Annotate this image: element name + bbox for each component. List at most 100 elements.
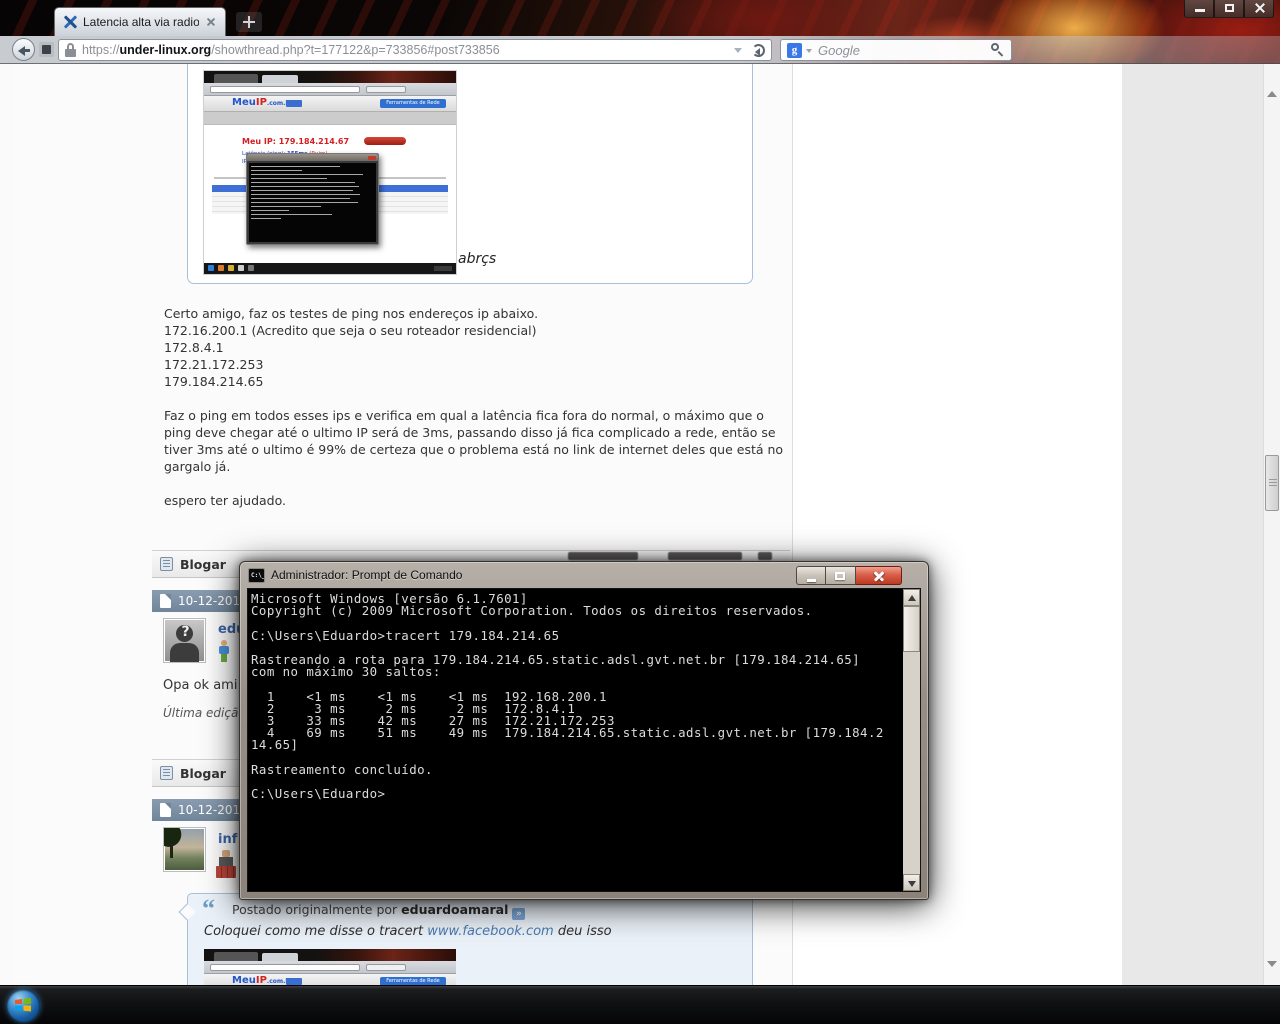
embedded-screenshot-bottom-clip: MeuIP.com.br Ferramentas de Rede xyxy=(204,949,456,985)
obscured-action-citacao[interactable] xyxy=(668,552,742,560)
post1-status-icon xyxy=(218,640,230,662)
taskbar: C:\_ 18:51 10/12/2014 xyxy=(0,985,1280,1024)
scrollbar-thumb[interactable] xyxy=(1265,455,1279,511)
cmd-scroll-up-icon[interactable] xyxy=(903,589,920,606)
underlinux-favicon xyxy=(63,15,78,29)
blogar-link[interactable]: Blogar xyxy=(180,766,226,781)
post-ip-4: 179.184.214.65 xyxy=(164,374,264,389)
session-icon xyxy=(42,45,51,54)
search-placeholder: Google xyxy=(818,42,860,58)
view-post-icon[interactable]: » xyxy=(512,908,526,920)
cmd-icon: C:\_ xyxy=(248,567,265,583)
browser-window-controls xyxy=(1184,0,1274,18)
tab-strip: Latencia alta via radio xyxy=(0,0,1280,36)
quote-block-eduardoamaral: “ Postado originalmente por eduardoamara… xyxy=(178,893,753,985)
post1-avatar[interactable]: ? xyxy=(163,618,206,663)
close-button[interactable] xyxy=(1244,0,1274,18)
page-scrollbar[interactable] xyxy=(1263,64,1280,985)
mini-cmd-window xyxy=(246,153,379,245)
cmd-minimize-button[interactable] xyxy=(796,566,826,585)
blogar-icon[interactable] xyxy=(160,557,173,571)
post-intro: Certo amigo, faz os testes de ping nos e… xyxy=(164,306,539,321)
mini-page-body: Meu IP: 179.184.214.67 Latência (ping): … xyxy=(204,125,456,263)
post-ip-2: 172.8.4.1 xyxy=(164,340,224,355)
mini-badge xyxy=(286,978,302,985)
blogar-icon[interactable] xyxy=(160,766,173,780)
lock-icon xyxy=(65,43,76,57)
post1-body-fragment: Opa ok ami xyxy=(163,678,238,693)
post-ip-1: 172.16.200.1 (Acredito que seja o seu ro… xyxy=(164,323,537,338)
command-prompt-window[interactable]: C:\_ Administrador: Prompt de Comando Mi… xyxy=(239,561,929,900)
tab-title: Latencia alta via radio xyxy=(83,15,199,29)
meuip-logo: MeuIP.com.br xyxy=(232,97,293,108)
mini-red-badge xyxy=(364,137,406,145)
url-bar[interactable]: https://under-linux.org/showthread.php?t… xyxy=(58,39,772,61)
quoted-text: Coloquei como me disse o tracert www.fac… xyxy=(204,924,612,939)
post2-avatar[interactable] xyxy=(163,827,206,872)
windows-flag-icon xyxy=(15,998,31,1012)
post2-date: 10-12-201 xyxy=(178,803,241,817)
post-doc-icon xyxy=(160,803,171,817)
search-icon[interactable] xyxy=(991,43,1005,57)
forward-button[interactable] xyxy=(39,42,54,57)
mini-site-header: MeuIP.com.br Ferramentas de Rede xyxy=(204,974,456,985)
cmd-output: Microsoft Windows [versão 6.1.7601] Copy… xyxy=(251,591,884,801)
post-doc-icon xyxy=(160,594,171,608)
mini-cmd-titlebar xyxy=(247,154,378,161)
meuip-logo: MeuIP.com.br xyxy=(232,975,293,985)
google-favicon[interactable]: g xyxy=(787,42,802,58)
cmd-scrollbar-thumb[interactable] xyxy=(903,606,920,652)
quote-signoff: abrçs xyxy=(458,251,497,267)
cmd-window-controls xyxy=(796,566,902,585)
quote-header: Postado originalmente por eduardoamaral» xyxy=(232,902,526,920)
obscured-action-icon[interactable] xyxy=(758,552,772,560)
url-text: https://under-linux.org/showthread.php?t… xyxy=(82,43,500,57)
mini-tools-button: Ferramentas de Rede xyxy=(380,977,446,985)
start-button[interactable] xyxy=(7,989,40,1022)
tab-close-icon[interactable] xyxy=(205,16,217,28)
reload-icon[interactable] xyxy=(752,43,765,57)
tab-latencia[interactable]: Latencia alta via radio xyxy=(54,7,226,36)
mini-taskbar xyxy=(204,263,456,274)
cmd-title: Administrador: Prompt de Comando xyxy=(271,568,463,582)
post-paragraph: Faz o ping em todos esses ips e verifica… xyxy=(164,408,784,474)
embedded-screenshot-bottom[interactable]: MeuIP.com.br Ferramentas de Rede xyxy=(204,949,456,985)
search-engine-caret-icon[interactable] xyxy=(806,48,812,56)
cmd-scrollbar[interactable] xyxy=(903,589,920,891)
facebook-link[interactable]: www.facebook.com xyxy=(427,924,553,939)
cmd-close-button[interactable] xyxy=(856,566,902,585)
scroll-down-icon[interactable] xyxy=(1267,961,1277,985)
minimize-button[interactable] xyxy=(1184,0,1214,18)
post-ip-3: 172.21.172.253 xyxy=(164,357,264,372)
back-button[interactable] xyxy=(12,38,35,61)
post2-status-icon xyxy=(216,850,236,880)
desktop: Latencia alta via radio https://under-li… xyxy=(0,0,1280,1024)
post1-edit-note: Última ediçã xyxy=(163,706,239,720)
cmd-maximize-button[interactable] xyxy=(826,566,856,585)
post2-username[interactable]: inf xyxy=(218,832,237,847)
cmd-console[interactable]: Microsoft Windows [versão 6.1.7601] Copy… xyxy=(247,588,921,892)
blogar-link[interactable]: Blogar xyxy=(180,557,226,572)
scroll-up-icon[interactable] xyxy=(1267,67,1277,97)
restore-button[interactable] xyxy=(1214,0,1244,18)
new-tab-button[interactable] xyxy=(236,12,262,32)
quote-icon: “ xyxy=(202,894,215,923)
mini-ip-line: Meu IP: 179.184.214.67 xyxy=(242,137,350,146)
quote-author: eduardoamaral xyxy=(401,902,509,917)
cmd-scroll-down-icon[interactable] xyxy=(903,874,920,891)
mini-tab-bar xyxy=(204,71,456,83)
mini-badge xyxy=(286,100,302,107)
page-left-margin xyxy=(0,64,12,985)
mini-nav-bar xyxy=(204,961,456,974)
post1-date: 10-12-201 xyxy=(178,594,241,608)
mini-tab-bar xyxy=(204,949,456,961)
quoted-screenshot-block: MeuIP.com.br Ferramentas de Rede Meu IP:… xyxy=(187,64,753,284)
url-dropdown-icon[interactable] xyxy=(734,47,742,57)
post-body-text: Certo amigo, faz os testes de ping nos e… xyxy=(164,305,786,509)
mini-gray-band xyxy=(204,112,456,125)
embedded-screenshot-top[interactable]: MeuIP.com.br Ferramentas de Rede Meu IP:… xyxy=(203,70,457,275)
post-closing: espero ter ajudado. xyxy=(164,493,287,508)
search-input[interactable]: g Google xyxy=(780,39,1012,61)
mini-tools-button: Ferramentas de Rede xyxy=(380,99,446,108)
obscured-action-comentar[interactable] xyxy=(568,552,638,560)
